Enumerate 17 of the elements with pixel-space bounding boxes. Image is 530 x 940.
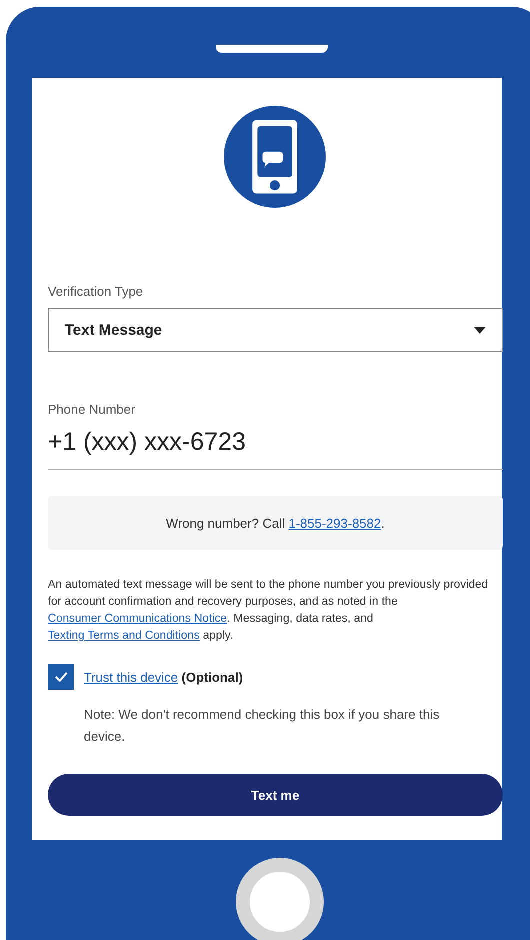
phone-link[interactable]: 1-855-293-8582	[288, 516, 382, 530]
field-label: Verification Type	[48, 284, 144, 299]
field-label: Phone Number	[48, 402, 136, 417]
disclaimer-text: An automated text message will be sent to the phone number you previously provided for account confirmation and recovery purposes, and as noted in the Consumer Communications Notice. Messaging, data rates, and Texting Terms and Conditions apply.	[48, 577, 490, 644]
checkmark-icon	[54, 672, 68, 682]
verification-type-dropdown[interactable]: Text Message	[48, 308, 503, 352]
text-link[interactable]: Texting Terms and Conditions	[48, 629, 200, 642]
trust-checkbox[interactable]	[48, 664, 74, 690]
phone-number-field[interactable]: +1 (xxx) xxx-6723	[48, 426, 503, 470]
caret-icon	[474, 326, 486, 334]
mobile-message-icon	[224, 106, 326, 208]
note-text: Note: We don't recommend checking this box if you share this device.	[84, 706, 441, 746]
trust-device-link[interactable]: Trust this device	[84, 670, 178, 684]
trust-device-label: Trust this device (Optional)	[84, 670, 244, 684]
notice-text: Wrong number? Call 1-855-293-8582.	[166, 516, 385, 530]
text-link[interactable]: Consumer Communications Notice	[48, 612, 228, 625]
text-me-button[interactable]: Text me	[48, 774, 503, 816]
